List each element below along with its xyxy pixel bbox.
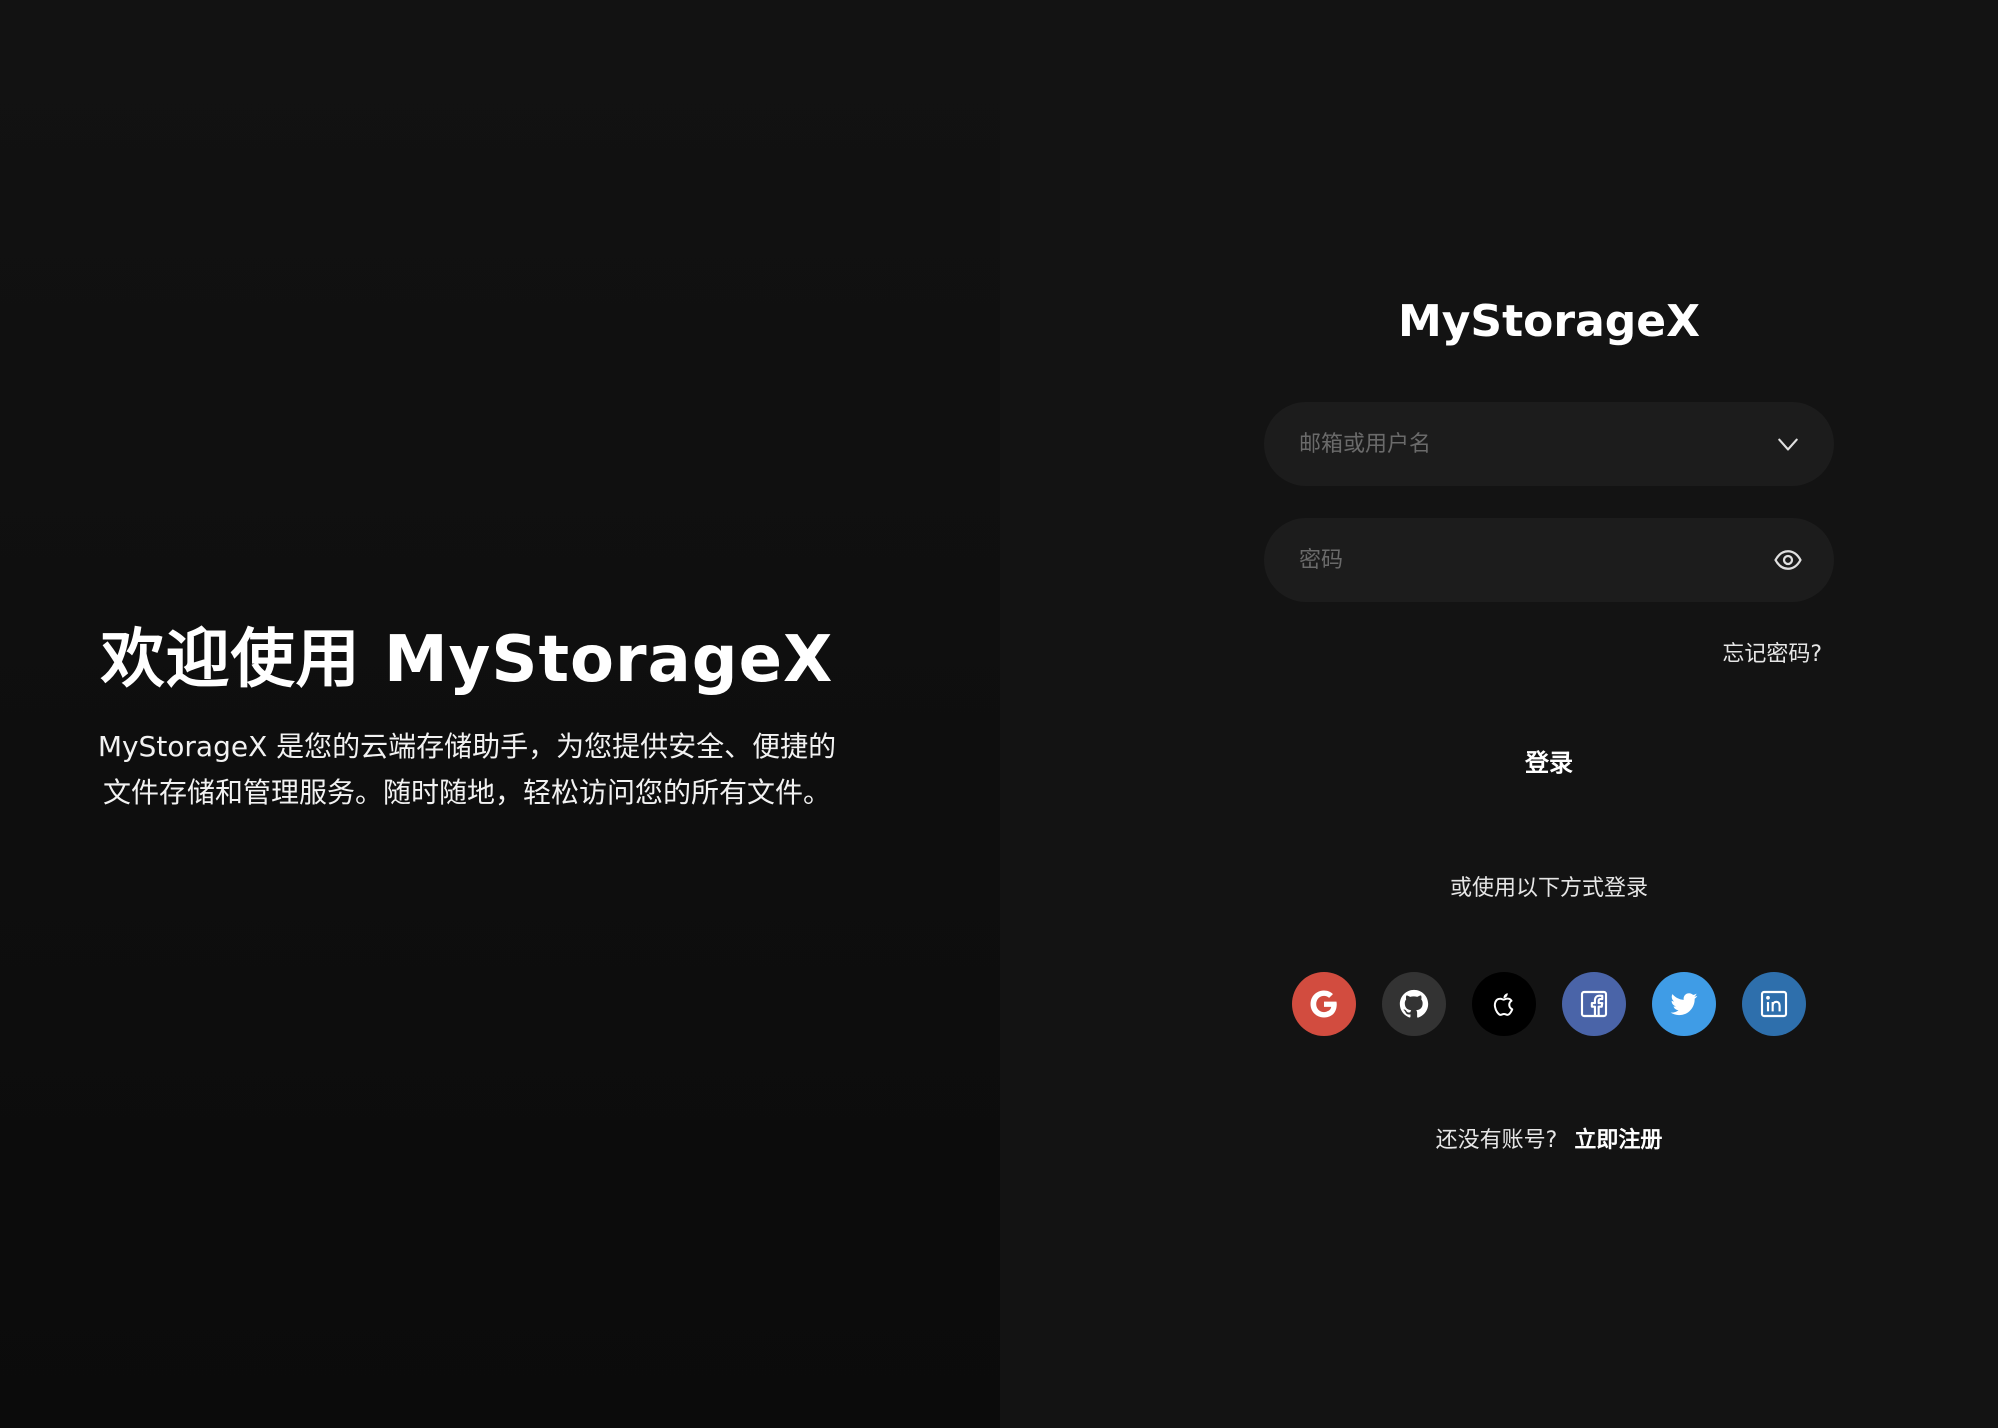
github-login-button[interactable]: [1382, 972, 1446, 1036]
github-icon: [1399, 989, 1429, 1018]
password-input[interactable]: [1297, 546, 1772, 574]
signup-row: 还没有账号? 立即注册: [1264, 1122, 1834, 1154]
facebook-icon: [1580, 990, 1608, 1018]
brand-title: MyStorageX: [1397, 296, 1701, 347]
welcome-panel: 欢迎使用 MyStorageX MyStorageX 是您的云端存储助手，为您提…: [0, 0, 1000, 1428]
chevron-down-icon[interactable]: [1772, 428, 1804, 460]
welcome-title: 欢迎使用 MyStorageX: [100, 623, 834, 697]
apple-login-button[interactable]: [1472, 972, 1536, 1036]
username-input[interactable]: [1297, 430, 1772, 458]
google-icon: [1310, 990, 1337, 1018]
eye-icon[interactable]: [1772, 544, 1804, 576]
login-button[interactable]: 登录: [1264, 730, 1834, 790]
password-field[interactable]: [1264, 518, 1834, 602]
linkedin-login-button[interactable]: [1742, 972, 1806, 1036]
twitter-icon: [1670, 993, 1698, 1016]
apple-icon: [1493, 993, 1514, 1016]
login-page: 欢迎使用 MyStorageX MyStorageX 是您的云端存储助手，为您提…: [0, 0, 1998, 1428]
forgot-password-link[interactable]: 忘记密码?: [1722, 636, 1822, 668]
social-login-buttons: [1264, 972, 1834, 1036]
alt-login-label: 或使用以下方式登录: [1449, 876, 1648, 901]
facebook-login-button[interactable]: [1562, 972, 1626, 1036]
signup-prompt: 还没有账号?: [1435, 1128, 1558, 1153]
signup-link[interactable]: 立即注册: [1574, 1128, 1662, 1153]
login-panel: MyStorageX 忘记密码? 登录 或使用以下方式登录: [1000, 0, 1998, 1428]
welcome-description: MyStorageX 是您的云端存储助手，为您提供安全、便捷的文件存储和管理服务…: [97, 730, 837, 809]
google-login-button[interactable]: [1292, 972, 1356, 1036]
linkedin-icon: [1760, 990, 1788, 1018]
twitter-login-button[interactable]: [1652, 972, 1716, 1036]
username-field[interactable]: [1264, 402, 1834, 486]
